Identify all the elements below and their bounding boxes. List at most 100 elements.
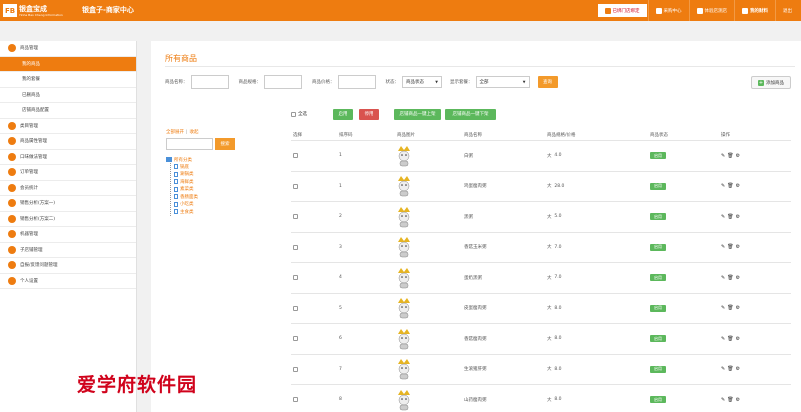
sidebar-item-deleted-products[interactable]: 已删商品 — [0, 88, 136, 103]
edit-icon[interactable]: ✎ — [721, 305, 725, 311]
edit-icon[interactable]: ✎ — [721, 397, 725, 403]
table-row[interactable]: 2 黑粥 大 5.0 启用 ✎ 🗑 ⚙ — [291, 202, 791, 233]
table-row[interactable]: 4 蛋奶黑粥 大 7.0 启用 ✎ 🗑 ⚙ — [291, 263, 791, 294]
sidebar-item-sub-stores[interactable]: 子店铺管理 — [0, 243, 136, 258]
display-select[interactable]: 全部 ▼ — [475, 76, 530, 88]
trash-icon[interactable]: 🗑 — [727, 275, 733, 281]
edit-icon[interactable]: ✎ — [721, 244, 725, 250]
table-row[interactable]: 3 香菇玉米粥 大 7.0 启用 ✎ 🗑 ⚙ — [291, 233, 791, 263]
tree-root[interactable]: 所有分类 — [166, 156, 286, 163]
edit-icon[interactable]: ✎ — [721, 214, 725, 220]
sidebar-item-sales-1[interactable]: 销售分析(方案一) — [0, 196, 136, 212]
gear-icon[interactable]: ⚙ — [736, 153, 740, 159]
tree-item[interactable]: 主食类 — [174, 208, 286, 216]
status-badge[interactable]: 启用 — [650, 213, 666, 221]
trash-icon[interactable]: 🗑 — [727, 183, 733, 189]
row-checkbox[interactable] — [293, 275, 298, 281]
edit-icon[interactable]: ✎ — [721, 275, 725, 281]
edit-icon[interactable]: ✎ — [721, 153, 725, 159]
tree-item[interactable]: 海鲜类 — [174, 178, 286, 186]
status-badge[interactable]: 启用 — [650, 182, 666, 190]
trash-icon[interactable]: 🗑 — [727, 153, 733, 159]
status-badge[interactable]: 启用 — [650, 274, 666, 282]
tree-item[interactable]: 素菜类 — [174, 186, 286, 194]
collapse-link[interactable]: 收起 — [190, 130, 199, 135]
sidebar-item-flavor[interactable]: 口味做法管理 — [0, 150, 136, 165]
edit-icon[interactable]: ✎ — [721, 366, 725, 372]
row-checkbox[interactable] — [293, 336, 298, 342]
select-all-checkbox[interactable] — [291, 111, 296, 117]
my-assets-link[interactable]: 我的财料 — [734, 0, 775, 21]
edit-icon[interactable]: ✎ — [721, 183, 725, 189]
status-badge[interactable]: 启用 — [650, 396, 666, 404]
logout-link[interactable]: 退出 — [775, 0, 799, 21]
sidebar-item-attributes[interactable]: 商品属性管理 — [0, 134, 136, 150]
sidebar-item-my-combos[interactable]: 我的套餐 — [0, 72, 136, 88]
status-badge[interactable]: 启用 — [650, 243, 666, 251]
sidebar-item-settings[interactable]: 个人设置 — [0, 274, 136, 289]
sidebar-item-sales-2[interactable]: 销售分析(方案二) — [0, 212, 136, 227]
name-filter-input[interactable] — [190, 75, 229, 89]
disable-button[interactable]: 停用 — [359, 108, 379, 120]
status-badge[interactable]: 启用 — [650, 365, 666, 373]
trash-icon[interactable]: 🗑 — [727, 214, 733, 220]
store-binding-link[interactable]: 已绑门店绑定 — [596, 3, 648, 18]
edit-icon[interactable]: ✎ — [721, 336, 725, 342]
gear-icon[interactable]: ⚙ — [736, 305, 740, 311]
gear-icon[interactable]: ⚙ — [736, 183, 740, 189]
sidebar-item-machines[interactable]: 机器管理 — [0, 227, 136, 243]
row-checkbox[interactable] — [293, 153, 298, 159]
gear-icon[interactable]: ⚙ — [736, 336, 740, 342]
gear-icon[interactable]: ⚙ — [736, 366, 740, 372]
row-checkbox[interactable] — [293, 305, 298, 311]
delist-all-button[interactable]: 店铺商品一键下架 — [445, 108, 496, 120]
table-row[interactable]: 5 皮蛋瘦肉粥 大 8.0 启用 ✎ 🗑 ⚙ — [291, 294, 791, 324]
gear-icon[interactable]: ⚙ — [736, 214, 740, 220]
tree-item[interactable]: 香肠面类 — [174, 193, 286, 201]
row-checkbox[interactable] — [293, 214, 298, 220]
expand-all-link[interactable]: 全部展开 — [166, 130, 184, 135]
table-row[interactable]: 8 山药瘦肉粥 大 8.0 启用 ✎ 🗑 ⚙ — [291, 385, 791, 412]
experience-store-link[interactable]: 体验店测店 — [688, 0, 735, 21]
trash-icon[interactable]: 🗑 — [727, 336, 733, 342]
sidebar-item-product-management[interactable]: 商品管理 — [0, 41, 136, 57]
status-badge[interactable]: 启用 — [650, 335, 666, 343]
select-all[interactable]: 全选 — [291, 111, 307, 117]
trash-icon[interactable]: 🗑 — [727, 366, 733, 372]
row-checkbox[interactable] — [293, 183, 298, 189]
trash-icon[interactable]: 🗑 — [727, 244, 733, 250]
row-checkbox[interactable] — [293, 244, 298, 250]
spec-filter-input[interactable] — [264, 75, 302, 89]
sidebar-item-orders[interactable]: 订单管理 — [0, 165, 136, 181]
table-row[interactable]: 6 香菇瘦肉粥 大 8.0 启用 ✎ 🗑 ⚙ — [291, 324, 791, 355]
sidebar-item-feedback[interactable]: 自报/反馈问题管理 — [0, 258, 136, 274]
trash-icon[interactable]: 🗑 — [727, 397, 733, 403]
query-button[interactable]: 查询 — [537, 76, 558, 88]
table-row[interactable]: 7 生滚猪肝粥 大 8.0 启用 ✎ 🗑 ⚙ — [291, 355, 791, 385]
sidebar-item-my-products[interactable]: 我的商品 — [0, 56, 136, 72]
table-row[interactable]: 1 鸡蛋瘦肉粥 大 28.0 启用 ✎ 🗑 ⚙ — [291, 172, 791, 202]
status-select[interactable]: 商品状态 ▼ — [402, 76, 442, 88]
gear-icon[interactable]: ⚙ — [736, 397, 740, 403]
status-badge[interactable]: 启用 — [650, 304, 666, 312]
price-filter-input[interactable] — [337, 75, 376, 89]
tree-item[interactable]: 涮锅类 — [174, 171, 286, 179]
table-row[interactable]: 1 白粥 大 4.0 启用 ✎ 🗑 ⚙ — [291, 141, 791, 172]
tree-search-input[interactable] — [166, 138, 213, 150]
sidebar-item-members[interactable]: 会员统计 — [0, 181, 136, 196]
row-checkbox[interactable] — [293, 366, 298, 372]
trash-icon[interactable]: 🗑 — [727, 305, 733, 311]
add-product-button[interactable]: + 添加商品 — [751, 76, 791, 89]
list-all-button[interactable]: 店铺商品一键上架 — [394, 108, 441, 120]
tree-search-button[interactable]: 搜索 — [215, 138, 235, 150]
gear-icon[interactable]: ⚙ — [736, 275, 740, 281]
tree-item[interactable]: 锅底 — [174, 163, 286, 171]
tree-item[interactable]: 小吃类 — [174, 201, 286, 209]
logo[interactable]: FB 银盒宝成 Yinhe Bao Cheng Information — [3, 3, 63, 18]
gear-icon[interactable]: ⚙ — [736, 244, 740, 250]
row-checkbox[interactable] — [293, 397, 298, 403]
sidebar-item-store-config[interactable]: 店铺商品配置 — [0, 103, 136, 119]
sidebar-item-category[interactable]: 类目管理 — [0, 119, 136, 134]
enable-button[interactable]: 启用 — [333, 108, 353, 120]
status-badge[interactable]: 启用 — [650, 152, 666, 160]
